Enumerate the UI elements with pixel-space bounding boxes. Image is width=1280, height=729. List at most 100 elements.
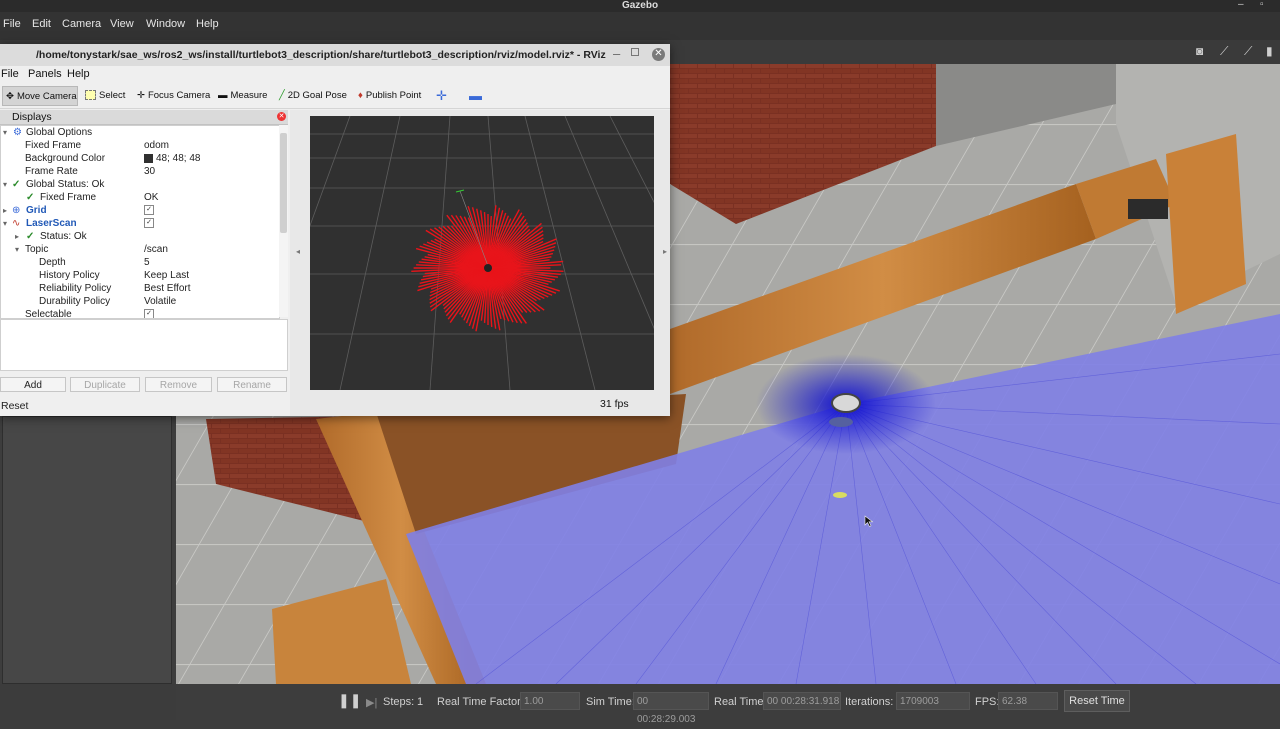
rviz-window: /home/tonystark/sae_ws/ros2_ws/install/t… [0, 44, 670, 416]
focus-camera-button[interactable]: ✛ Focus Camera [137, 86, 210, 106]
step-icon[interactable]: ▶| [366, 696, 377, 709]
expand-arrow-icon[interactable]: ▸ [15, 230, 19, 243]
publish-point-icon: ♦ [358, 90, 363, 101]
tree-row-topic[interactable]: ▾ Topic /scan [1, 243, 279, 256]
scrollbar-thumb[interactable] [280, 133, 287, 233]
row-value[interactable]: Volatile [144, 295, 176, 308]
rviz-menu-file[interactable]: File [1, 68, 19, 80]
log-icon[interactable]: ⟋ [1244, 44, 1252, 59]
duplicate-button[interactable]: Duplicate [70, 377, 140, 392]
fps-field: 62.38 [998, 692, 1058, 710]
rviz-menu-panels[interactable]: Panels [28, 68, 62, 80]
row-value[interactable]: Keep Last [144, 269, 189, 282]
screenshot-icon[interactable]: ◙ [1196, 44, 1203, 58]
menu-window[interactable]: Window [146, 18, 185, 30]
rviz-menu-help[interactable]: Help [67, 68, 90, 80]
tree-row-background-color[interactable]: Background Color 48; 48; 48 [1, 152, 279, 165]
minimize-icon[interactable]: – [1238, 0, 1244, 10]
publish-point-label: Publish Point [365, 90, 422, 101]
tree-row-selectable[interactable]: Selectable ✓ [1, 308, 279, 318]
row-value[interactable]: /scan [144, 243, 168, 256]
tree-row-durability-policy[interactable]: Durability Policy Volatile [1, 295, 279, 308]
menu-file[interactable]: File [3, 18, 21, 30]
expand-arrow-icon[interactable]: ▾ [3, 178, 7, 191]
row-key: Topic [25, 244, 49, 255]
close-icon[interactable]: ✕ [652, 48, 665, 61]
add-tool-icon[interactable]: ✛ [436, 86, 447, 106]
displays-scrollbar[interactable] [279, 125, 288, 317]
rename-button[interactable]: Rename [217, 377, 287, 392]
tree-row-grid[interactable]: ▸ ⊕ Grid ✓ [1, 204, 279, 217]
remove-tool-icon[interactable]: ▬ [469, 86, 482, 106]
measure-button[interactable]: ▬ Measure [218, 86, 267, 106]
expand-arrow-icon[interactable]: ▾ [15, 243, 19, 256]
move-camera-label: Move Camera [16, 91, 77, 102]
grid-icon: ⊕ [12, 205, 21, 216]
focus-camera-label: Focus Camera [147, 90, 211, 101]
tree-row-fixed-frame[interactable]: Fixed Frame odom [1, 139, 279, 152]
measure-label: Measure [230, 90, 268, 101]
displays-tree[interactable]: ▾ ⚙ Global Options Fixed Frame odom Back… [0, 125, 280, 319]
row-value[interactable]: odom [144, 139, 169, 152]
maximize-icon[interactable] [631, 48, 639, 56]
select-label: Select [99, 90, 126, 101]
steps-value[interactable]: 1 [417, 696, 423, 708]
goal-pose-icon: ╱ [279, 90, 285, 101]
goal-pose-button[interactable]: ╱ 2D Goal Pose [279, 86, 347, 106]
row-key: Durability Policy [39, 296, 111, 307]
tree-row-history-policy[interactable]: History Policy Keep Last [1, 269, 279, 282]
expand-arrow-icon[interactable]: ▾ [3, 126, 7, 139]
menu-help[interactable]: Help [196, 18, 219, 30]
expand-arrow-icon[interactable]: ▸ [3, 204, 7, 217]
row-key: Status: Ok [40, 231, 87, 242]
checkbox[interactable]: ✓ [144, 218, 154, 229]
laserscan-enabled-checkbox[interactable]: ✓ [144, 217, 154, 230]
row-value-container[interactable]: 48; 48; 48 [144, 152, 200, 165]
collapse-right-icon[interactable]: ▸ [663, 247, 667, 256]
record-icon[interactable]: ▮ [1266, 44, 1273, 58]
restore-icon[interactable]: ▫ [1260, 0, 1264, 10]
move-camera-button[interactable]: ✥ Move Camera [2, 86, 78, 106]
tree-row-reliability-policy[interactable]: Reliability Policy Best Effort [1, 282, 279, 295]
menu-view[interactable]: View [110, 18, 134, 30]
tree-row-fixed-frame-status[interactable]: ✓ Fixed Frame OK [1, 191, 279, 204]
selectable-checkbox[interactable]: ✓ [144, 308, 154, 318]
pause-icon[interactable]: ❚❚ [338, 692, 361, 709]
remove-button[interactable]: Remove [145, 377, 212, 392]
grid-enabled-checkbox[interactable]: ✓ [144, 204, 154, 217]
gazebo-bottom-bar: ❚❚ ▶| Steps: 1 Real Time Factor: 1.00 Si… [176, 684, 1280, 725]
collapse-left-icon[interactable]: ◂ [296, 247, 300, 256]
sim-time-label: Sim Time: [586, 696, 635, 708]
tree-row-depth[interactable]: Depth 5 [1, 256, 279, 269]
rviz-3d-view[interactable] [310, 116, 654, 390]
color-swatch[interactable] [144, 153, 153, 163]
tree-row-frame-rate[interactable]: Frame Rate 30 [1, 165, 279, 178]
tree-row-global-options[interactable]: ▾ ⚙ Global Options [1, 126, 279, 139]
menu-edit[interactable]: Edit [32, 18, 51, 30]
close-panel-icon[interactable]: ✕ [277, 112, 286, 121]
reset-time-button[interactable]: Reset Time [1064, 690, 1130, 712]
menu-camera[interactable]: Camera [62, 18, 101, 30]
checkbox[interactable]: ✓ [144, 205, 154, 216]
add-button[interactable]: Add [0, 377, 66, 392]
row-value[interactable]: 30 [144, 165, 155, 178]
iterations-field: 1709003 [896, 692, 970, 710]
tree-row-global-status[interactable]: ▾ ✓ Global Status: Ok [1, 178, 279, 191]
rtf-field: 1.00 [520, 692, 580, 710]
publish-point-button[interactable]: ♦ Publish Point [358, 86, 421, 106]
select-button[interactable]: Select [85, 86, 125, 106]
expand-arrow-icon[interactable]: ▾ [3, 217, 7, 230]
tree-row-status-ok[interactable]: ▸ ✓ Status: Ok [1, 230, 279, 243]
row-value[interactable]: Best Effort [144, 282, 191, 295]
plot-icon[interactable]: ⟋ [1220, 44, 1228, 59]
reset-button[interactable]: Reset [0, 399, 33, 414]
row-value[interactable]: 5 [144, 256, 150, 269]
move-camera-icon: ✥ [6, 91, 14, 102]
goal-pose-label: 2D Goal Pose [287, 90, 347, 101]
row-key: Fixed Frame [25, 140, 82, 151]
rtf-label: Real Time Factor: [437, 696, 524, 708]
check-icon: ✓ [26, 231, 35, 242]
minimize-icon[interactable]: – [613, 46, 620, 61]
checkbox[interactable]: ✓ [144, 309, 154, 318]
tree-row-laserscan[interactable]: ▾ ∿ LaserScan ✓ [1, 217, 279, 230]
